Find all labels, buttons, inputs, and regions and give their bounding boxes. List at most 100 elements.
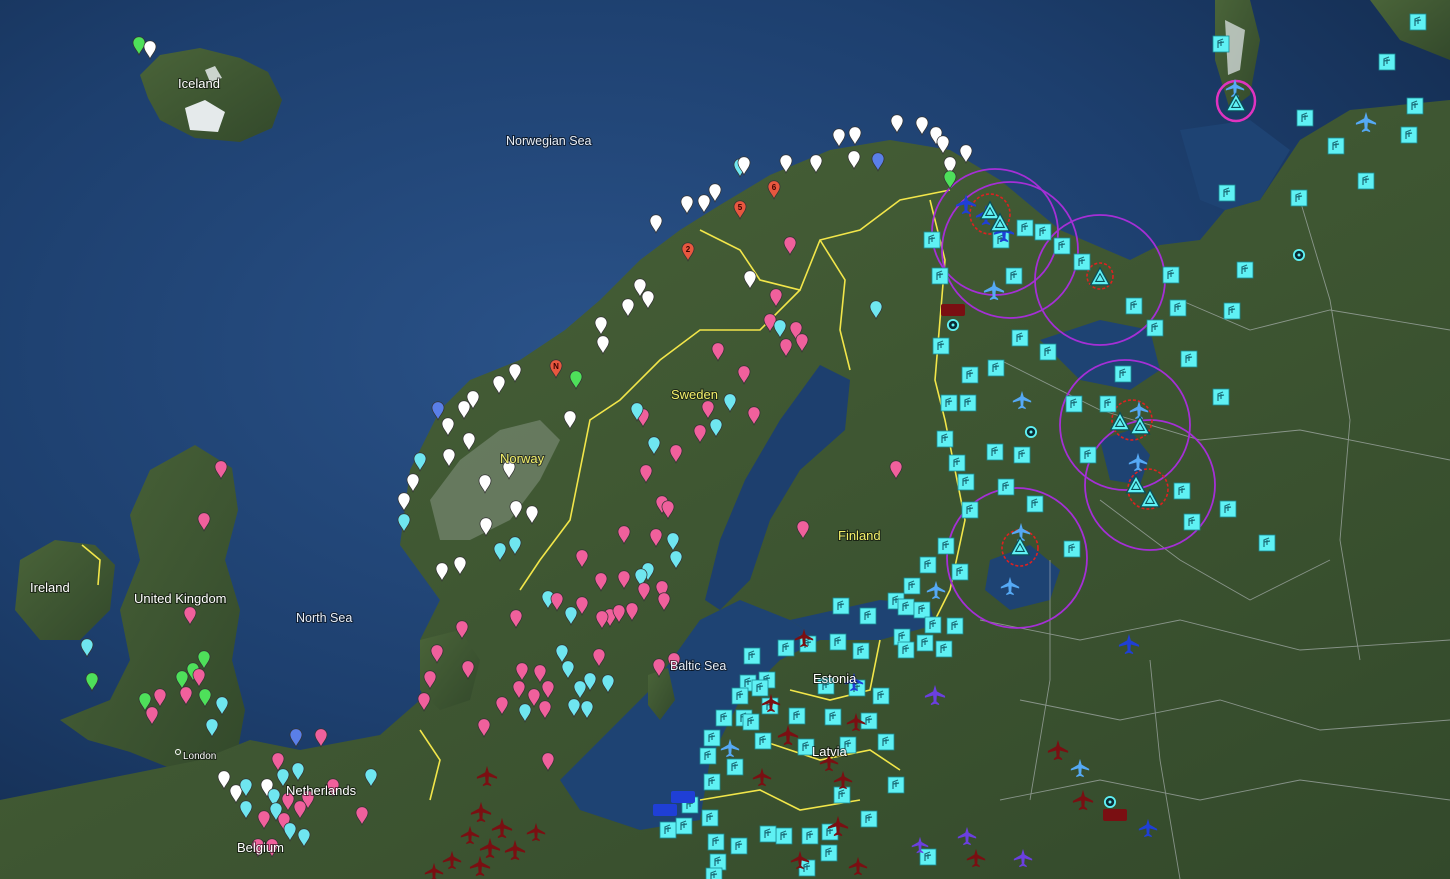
- radar-site-icon[interactable]: [705, 867, 723, 879]
- target-circle-icon[interactable]: [1024, 425, 1038, 439]
- radar-site-icon[interactable]: [961, 501, 979, 519]
- radar-site-icon[interactable]: [1183, 513, 1201, 531]
- radar-site-icon[interactable]: [659, 821, 677, 839]
- radar-site-icon[interactable]: [1114, 365, 1132, 383]
- radar-site-icon[interactable]: [1065, 395, 1083, 413]
- radar-site-icon[interactable]: [1212, 388, 1230, 406]
- radar-site-icon[interactable]: [699, 747, 717, 765]
- radar-site-icon[interactable]: [829, 633, 847, 651]
- radar-site-icon[interactable]: [775, 827, 793, 845]
- radar-site-icon[interactable]: [1223, 302, 1241, 320]
- radar-site-icon[interactable]: [801, 827, 819, 845]
- radar-site-icon[interactable]: [824, 708, 842, 726]
- radar-site-icon[interactable]: [951, 563, 969, 581]
- radar-site-icon[interactable]: [703, 773, 721, 791]
- radar-site-icon[interactable]: [1039, 343, 1057, 361]
- radar-site-icon[interactable]: [1011, 329, 1029, 347]
- radar-site-icon[interactable]: [887, 776, 905, 794]
- vehicle-icon[interactable]: [653, 804, 677, 816]
- radar-site-icon[interactable]: [1005, 267, 1023, 285]
- radar-site-icon[interactable]: [1073, 253, 1091, 271]
- radar-site-icon[interactable]: [877, 733, 895, 751]
- radar-site-icon[interactable]: [715, 709, 733, 727]
- radar-site-icon[interactable]: [1406, 97, 1424, 115]
- radar-site-icon[interactable]: [897, 641, 915, 659]
- radar-site-icon[interactable]: [860, 712, 878, 730]
- radar-site-icon[interactable]: [1219, 500, 1237, 518]
- radar-site-icon[interactable]: [1218, 184, 1236, 202]
- radar-site-icon[interactable]: [986, 443, 1004, 461]
- radar-site-icon[interactable]: [1034, 223, 1052, 241]
- radar-site-icon[interactable]: [1146, 319, 1164, 337]
- radar-site-icon[interactable]: [709, 853, 727, 871]
- radar-site-icon[interactable]: [913, 601, 931, 619]
- radar-site-icon[interactable]: [1063, 540, 1081, 558]
- radar-site-icon[interactable]: [1400, 126, 1418, 144]
- radar-site-icon[interactable]: [726, 758, 744, 776]
- radar-site-icon[interactable]: [832, 597, 850, 615]
- radar-site-icon[interactable]: [987, 359, 1005, 377]
- radar-site-icon[interactable]: [1016, 219, 1034, 237]
- radar-site-icon[interactable]: [961, 366, 979, 384]
- radar-site-icon[interactable]: [1327, 137, 1345, 155]
- radar-site-icon[interactable]: [1258, 534, 1276, 552]
- radar-site-icon[interactable]: [860, 810, 878, 828]
- radar-site-icon[interactable]: [1079, 446, 1097, 464]
- target-circle-icon[interactable]: [946, 318, 960, 332]
- radar-site-icon[interactable]: [916, 634, 934, 652]
- radar-site-icon[interactable]: [931, 267, 949, 285]
- radar-site-icon[interactable]: [1162, 266, 1180, 284]
- radar-site-icon[interactable]: [1125, 297, 1143, 315]
- radar-site-icon[interactable]: [777, 639, 795, 657]
- vehicle-icon[interactable]: [1103, 809, 1127, 821]
- radar-site-icon[interactable]: [903, 577, 921, 595]
- radar-site-icon[interactable]: [820, 844, 838, 862]
- target-circle-icon[interactable]: [1103, 795, 1117, 809]
- radar-site-icon[interactable]: [1099, 395, 1117, 413]
- radar-site-icon[interactable]: [940, 394, 958, 412]
- radar-site-icon[interactable]: [924, 616, 942, 634]
- radar-site-icon[interactable]: [932, 337, 950, 355]
- radar-site-icon[interactable]: [946, 617, 964, 635]
- radar-site-icon[interactable]: [859, 607, 877, 625]
- radar-site-icon[interactable]: [707, 833, 725, 851]
- radar-site-icon[interactable]: [743, 647, 761, 665]
- radar-site-icon[interactable]: [948, 454, 966, 472]
- radar-site-icon[interactable]: [1013, 446, 1031, 464]
- radar-site-icon[interactable]: [1053, 237, 1071, 255]
- radar-site-icon[interactable]: [897, 598, 915, 616]
- radar-site-icon[interactable]: [703, 729, 721, 747]
- radar-site-icon[interactable]: [997, 478, 1015, 496]
- radar-site-icon[interactable]: [751, 679, 769, 697]
- radar-site-icon[interactable]: [833, 786, 851, 804]
- radar-site-icon[interactable]: [701, 809, 719, 827]
- radar-site-icon[interactable]: [1296, 109, 1314, 127]
- map-viewport[interactable]: 6 5 2 N Iceland Norwegian Sea Sweden Norway…: [0, 0, 1450, 879]
- radar-site-icon[interactable]: [1409, 13, 1427, 31]
- radar-site-icon[interactable]: [754, 732, 772, 750]
- target-circle-icon[interactable]: [1292, 248, 1306, 262]
- radar-site-icon[interactable]: [1026, 495, 1044, 513]
- radar-site-icon[interactable]: [759, 825, 777, 843]
- radar-site-icon[interactable]: [1180, 350, 1198, 368]
- radar-site-icon[interactable]: [959, 394, 977, 412]
- radar-site-icon[interactable]: [788, 707, 806, 725]
- radar-site-icon[interactable]: [731, 687, 749, 705]
- radar-site-icon[interactable]: [1173, 482, 1191, 500]
- radar-site-icon[interactable]: [1212, 35, 1230, 53]
- radar-site-icon[interactable]: [923, 231, 941, 249]
- radar-site-icon[interactable]: [935, 640, 953, 658]
- radar-site-icon[interactable]: [1290, 189, 1308, 207]
- radar-site-icon[interactable]: [1378, 53, 1396, 71]
- radar-site-icon[interactable]: [1169, 299, 1187, 317]
- radar-site-icon[interactable]: [937, 537, 955, 555]
- radar-site-icon[interactable]: [1236, 261, 1254, 279]
- vehicle-icon[interactable]: [941, 304, 965, 316]
- radar-site-icon[interactable]: [675, 817, 693, 835]
- radar-site-icon[interactable]: [730, 837, 748, 855]
- radar-site-icon[interactable]: [936, 430, 954, 448]
- radar-site-icon[interactable]: [957, 473, 975, 491]
- radar-site-icon[interactable]: [872, 687, 890, 705]
- radar-site-icon[interactable]: [1357, 172, 1375, 190]
- radar-site-icon[interactable]: [852, 642, 870, 660]
